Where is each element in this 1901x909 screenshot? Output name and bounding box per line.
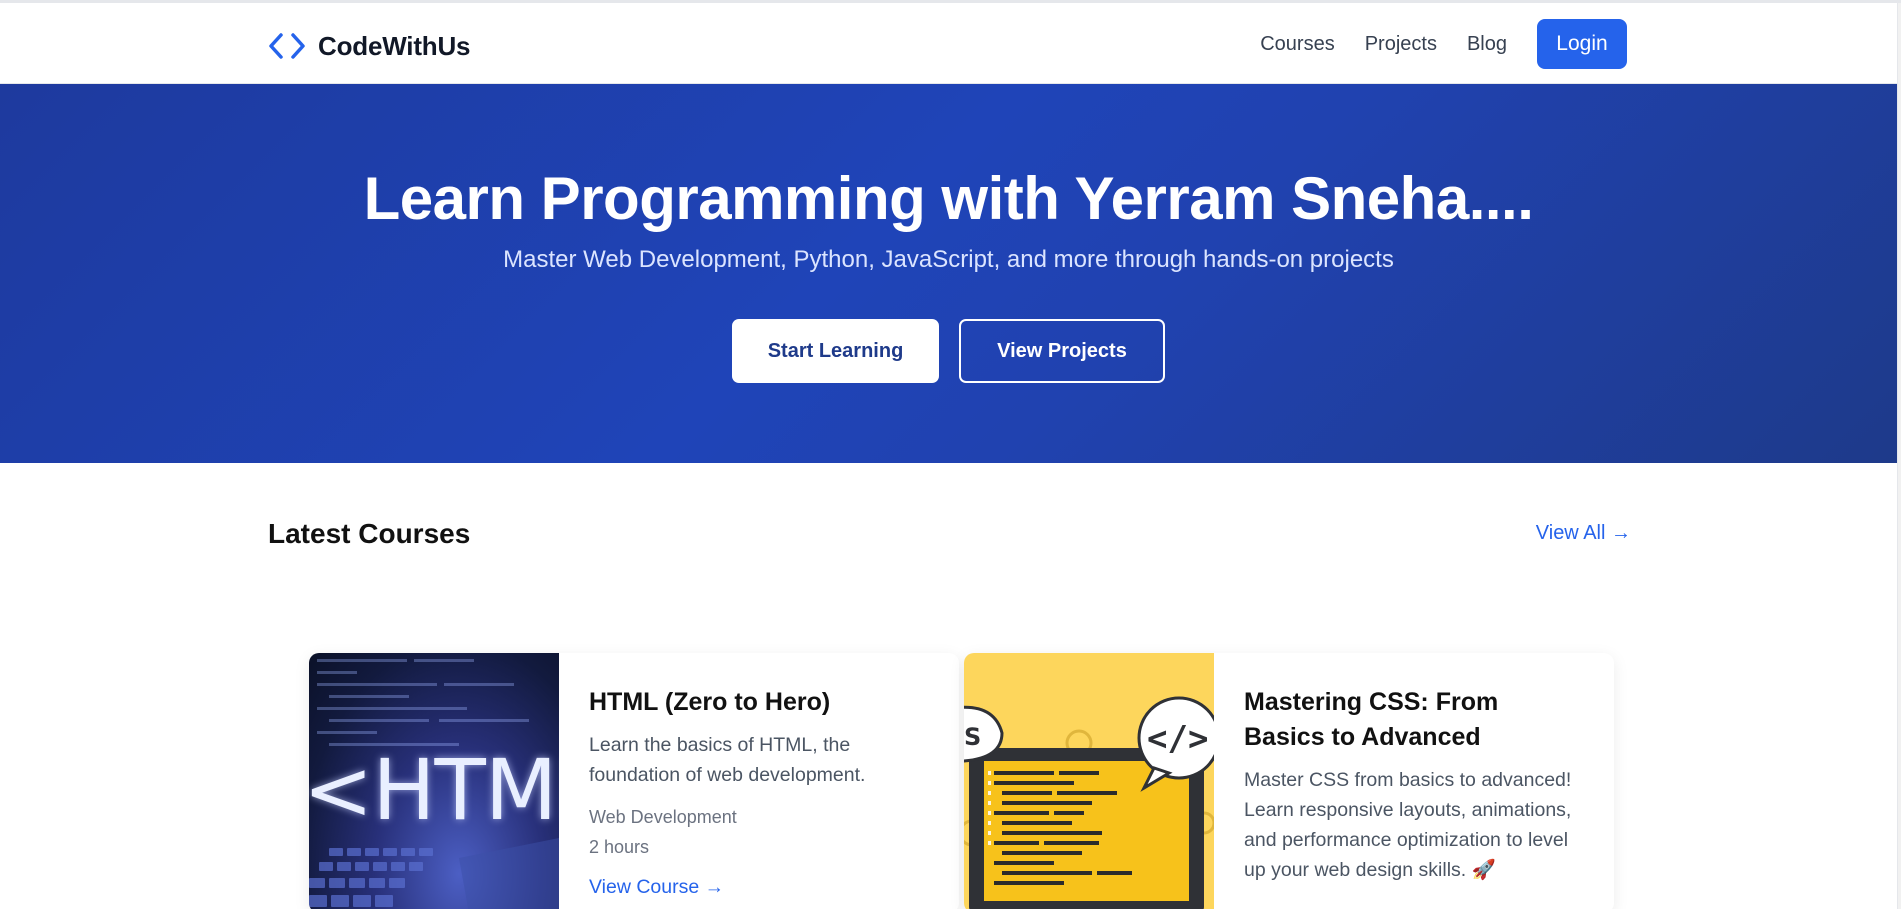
brand-logo[interactable]: CodeWithUs xyxy=(268,30,471,62)
nav-link-blog[interactable]: Blog xyxy=(1467,33,1507,56)
course-title[interactable]: HTML (Zero to Hero) xyxy=(589,685,929,720)
laptop-code-illustration: S </> xyxy=(964,696,1214,909)
code-brackets-icon xyxy=(269,33,305,59)
page-scrollbar[interactable] xyxy=(1897,3,1901,909)
view-course-link[interactable]: View Course → xyxy=(589,876,929,899)
nav-link-courses[interactable]: Courses xyxy=(1260,33,1334,56)
course-card-html[interactable]: <HTML> HTML (Zero to Hero) Learn the bas… xyxy=(309,653,959,909)
html-word-graphic: <HTML> xyxy=(309,741,559,839)
course-duration: 2 hours xyxy=(589,837,650,857)
svg-text:S: S xyxy=(964,723,981,751)
login-button[interactable]: Login xyxy=(1537,19,1627,69)
course-category: Web Development xyxy=(589,807,737,827)
hero-title: Learn Programming with Yerram Sneha.... xyxy=(363,165,1534,232)
course-thumbnail-html: <HTML> xyxy=(309,653,559,909)
course-description: Learn the basics of HTML, the foundation… xyxy=(589,734,866,786)
course-card-body: Mastering CSS: From Basics to Advanced M… xyxy=(1214,653,1614,909)
view-all-link[interactable]: View All → xyxy=(1536,522,1631,545)
course-card-css[interactable]: S </> Mastering CSS: From Basics to Adva… xyxy=(964,653,1614,909)
nav-link-projects[interactable]: Projects xyxy=(1365,33,1437,56)
hero-subtitle: Master Web Development, Python, JavaScri… xyxy=(503,246,1394,273)
course-thumbnail-css: S </> xyxy=(964,653,1214,909)
start-learning-button[interactable]: Start Learning xyxy=(732,319,939,383)
keyboard-graphic xyxy=(309,838,559,909)
section-title: Latest Courses xyxy=(268,518,471,549)
course-title[interactable]: Mastering CSS: From Basics to Advanced xyxy=(1244,685,1584,755)
hero-buttons: Start Learning View Projects xyxy=(0,319,1897,383)
navbar: CodeWithUs Courses Projects Blog Login xyxy=(0,3,1897,84)
code-symbol-icon: </> xyxy=(1147,719,1208,759)
brand-name: CodeWithUs xyxy=(318,30,471,61)
view-projects-button[interactable]: View Projects xyxy=(959,319,1165,383)
nav-menu: Courses Projects Blog Login xyxy=(1260,19,1627,69)
course-card-body: HTML (Zero to Hero) Learn the basics of … xyxy=(559,653,959,909)
course-description: Master CSS from basics to advanced! Lear… xyxy=(1244,769,1572,881)
hero-section: Learn Programming with Yerram Sneha.... … xyxy=(0,84,1897,463)
